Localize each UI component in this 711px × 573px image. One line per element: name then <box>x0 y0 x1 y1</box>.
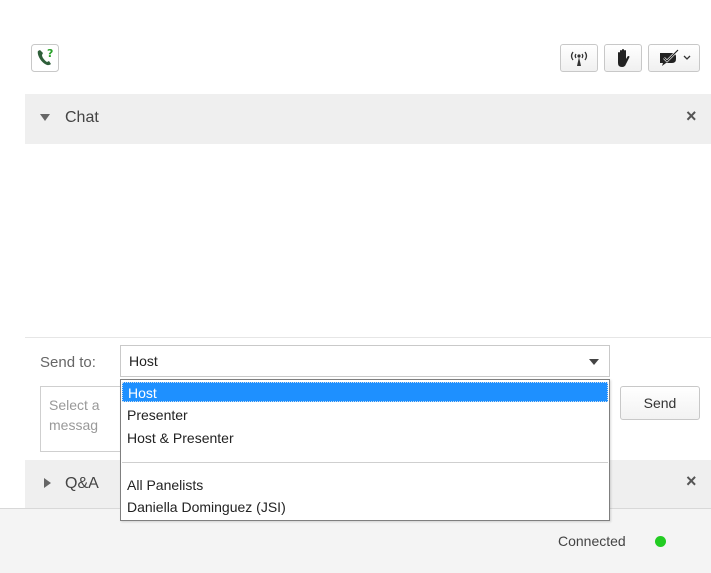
connection-status-indicator <box>655 536 666 547</box>
chevron-down-icon <box>683 55 690 60</box>
broadcast-icon <box>570 51 588 66</box>
expand-triangle-icon[interactable] <box>44 478 51 488</box>
qa-title: Q&A <box>65 475 99 492</box>
status-check-icon <box>659 49 679 66</box>
dropdown-option-presenter[interactable]: Presenter <box>122 405 608 425</box>
status-menu-button[interactable] <box>648 44 700 72</box>
svg-text:?: ? <box>47 47 53 60</box>
phone-question-icon: ? <box>31 44 59 72</box>
send-button[interactable]: Send <box>620 386 700 420</box>
dropdown-arrow-icon[interactable] <box>589 359 599 365</box>
raise-hand-button[interactable] <box>604 44 642 72</box>
collapse-triangle-icon[interactable] <box>40 114 50 121</box>
chat-panel-header[interactable]: Chat × <box>25 94 711 144</box>
send-to-dropdown-list[interactable]: Host Presenter Host & Presenter All Pane… <box>120 379 610 521</box>
send-to-label: Send to: <box>40 354 96 371</box>
qa-close-icon[interactable]: × <box>686 471 697 492</box>
dropdown-option-daniella-dominguez[interactable]: Daniella Dominguez (JSI) <box>122 497 608 517</box>
dropdown-option-all-panelists[interactable]: All Panelists <box>122 475 608 495</box>
connection-status: Connected <box>558 533 626 549</box>
send-to-value: Host <box>129 353 158 369</box>
chat-close-icon[interactable]: × <box>686 106 697 127</box>
dropdown-option-host-presenter[interactable]: Host & Presenter <box>122 428 608 448</box>
broadcast-button[interactable] <box>560 44 598 72</box>
divider <box>25 337 711 338</box>
call-help-button[interactable]: ? <box>31 44 59 72</box>
chat-title: Chat <box>65 109 99 126</box>
dropdown-separator <box>122 462 608 463</box>
dropdown-option-host[interactable]: Host <box>122 382 608 402</box>
message-placeholder: Select a messag <box>49 397 100 433</box>
hand-icon <box>618 49 630 67</box>
send-to-select[interactable]: Host <box>120 345 610 377</box>
